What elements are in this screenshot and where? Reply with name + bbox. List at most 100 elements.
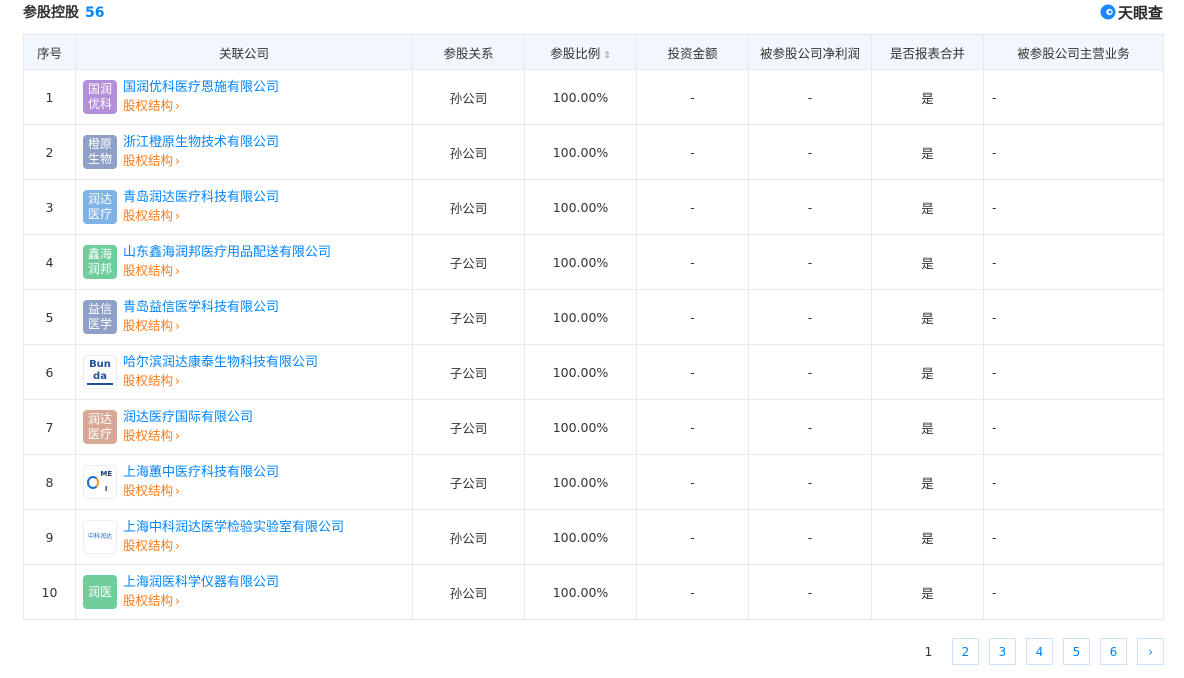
logo-text: 润达医疗 xyxy=(87,192,112,221)
cell-amount: - xyxy=(636,179,749,235)
page-button[interactable]: 2 xyxy=(952,638,979,665)
logo-text: 润医 xyxy=(87,584,112,599)
company-logo[interactable]: Bunda xyxy=(83,355,117,389)
cell-no: 10 xyxy=(23,564,76,620)
table-row: 2 橙原生物 浙江橙原生物技术有限公司 股权结构 › 孙公司 100.00% - - 是 - xyxy=(23,124,1164,180)
cell-merged: 是 xyxy=(871,124,984,180)
next-page-icon[interactable]: › xyxy=(1137,638,1164,665)
cell-company: 益信医学 青岛益信医学科技有限公司 股权结构 › xyxy=(75,289,413,345)
company-logo[interactable]: 中科润达 xyxy=(83,520,117,554)
chevron-right-icon: › xyxy=(175,153,181,168)
equity-structure-link[interactable]: 股权结构 › xyxy=(123,482,279,500)
cell-relation: 子公司 xyxy=(412,399,525,455)
cell-amount: - xyxy=(636,234,749,290)
company-logo[interactable]: 鑫海润邦 xyxy=(83,245,117,279)
cell-company: 国润优科 国润优科医疗恩施有限公司 股权结构 › xyxy=(75,69,413,125)
cell-relation: 孙公司 xyxy=(412,179,525,235)
company-logo[interactable]: 润达医疗 xyxy=(83,410,117,444)
equity-structure-link[interactable]: 股权结构 › xyxy=(123,207,279,225)
cell-business: - xyxy=(983,124,1164,180)
cell-no: 8 xyxy=(23,454,76,510)
table-row: 7 润达医疗 润达医疗国际有限公司 股权结构 › 子公司 100.00% - - 是 - xyxy=(23,399,1164,455)
logo-text: Bunda xyxy=(87,359,113,385)
cell-amount: - xyxy=(636,344,749,400)
cell-merged: 是 xyxy=(871,234,984,290)
table-row: 9 中科润达 上海中科润达医学检验实验室有限公司 股权结构 › 孙公司 100.00% - - 是… xyxy=(23,509,1164,565)
cell-relation: 子公司 xyxy=(412,454,525,510)
equity-structure-label: 股权结构 xyxy=(123,483,174,498)
table-row: 4 鑫海润邦 山东鑫海润邦医疗用品配送有限公司 股权结构 › 子公司 100.00% - - 是 - xyxy=(23,234,1164,290)
equity-structure-link[interactable]: 股权结构 › xyxy=(123,372,318,390)
logo-text: MEI xyxy=(100,470,113,493)
col-header-ratio[interactable]: 参股比例 ⇕ xyxy=(524,34,637,70)
equity-structure-label: 股权结构 xyxy=(123,318,174,333)
chevron-right-icon: › xyxy=(175,483,181,498)
company-name-link[interactable]: 国润优科医疗恩施有限公司 xyxy=(123,79,279,97)
cell-ratio: 100.00% xyxy=(524,509,637,565)
page-button[interactable]: 4 xyxy=(1026,638,1053,665)
logo-text: 鑫海润邦 xyxy=(87,247,112,276)
company-logo[interactable]: 润达医疗 xyxy=(83,190,117,224)
chevron-right-icon: › xyxy=(175,98,181,113)
table-header-row: 序号 关联公司 参股关系 参股比例 ⇕ 投资金额 被参股公司净利润 是否报表合并 … xyxy=(23,34,1164,70)
equity-structure-label: 股权结构 xyxy=(123,153,174,168)
cell-amount: - xyxy=(636,564,749,620)
cell-company: 润达医疗 青岛润达医疗科技有限公司 股权结构 › xyxy=(75,179,413,235)
company-logo[interactable]: 橙原生物 xyxy=(83,135,117,169)
cell-business: - xyxy=(983,344,1164,400)
cell-business: - xyxy=(983,399,1164,455)
company-name-link[interactable]: 青岛益信医学科技有限公司 xyxy=(123,299,279,317)
company-name-link[interactable]: 上海润医科学仪器有限公司 xyxy=(123,574,279,592)
col-header-business: 被参股公司主营业务 xyxy=(983,34,1164,70)
company-name-link[interactable]: 山东鑫海润邦医疗用品配送有限公司 xyxy=(123,244,331,262)
equity-structure-link[interactable]: 股权结构 › xyxy=(123,97,279,115)
equity-structure-link[interactable]: 股权结构 › xyxy=(123,592,279,610)
cell-amount: - xyxy=(636,124,749,180)
chevron-right-icon: › xyxy=(175,208,181,223)
cell-merged: 是 xyxy=(871,399,984,455)
page-button[interactable]: 5 xyxy=(1063,638,1090,665)
company-name-link[interactable]: 青岛润达医疗科技有限公司 xyxy=(123,189,279,207)
logo-text: 润达医疗 xyxy=(87,412,112,441)
chevron-right-icon: › xyxy=(175,373,181,388)
cell-profit: - xyxy=(748,399,872,455)
equity-structure-link[interactable]: 股权结构 › xyxy=(123,262,331,280)
company-logo[interactable]: 润医 xyxy=(83,575,117,609)
cell-no: 7 xyxy=(23,399,76,455)
company-logo[interactable]: MEI xyxy=(83,465,117,499)
equity-structure-link[interactable]: 股权结构 › xyxy=(123,427,253,445)
equity-structure-label: 股权结构 xyxy=(123,263,174,278)
cell-profit: - xyxy=(748,124,872,180)
cell-company: 中科润达 上海中科润达医学检验实验室有限公司 股权结构 › xyxy=(75,509,413,565)
cell-no: 6 xyxy=(23,344,76,400)
cell-ratio: 100.00% xyxy=(524,564,637,620)
table-row: 3 润达医疗 青岛润达医疗科技有限公司 股权结构 › 孙公司 100.00% - - 是 - xyxy=(23,179,1164,235)
company-name-link[interactable]: 上海蕙中医疗科技有限公司 xyxy=(123,464,279,482)
equity-structure-link[interactable]: 股权结构 › xyxy=(123,152,279,170)
company-name-link[interactable]: 哈尔滨润达康泰生物科技有限公司 xyxy=(123,354,318,372)
cell-relation: 孙公司 xyxy=(412,124,525,180)
company-name-link[interactable]: 浙江橙原生物技术有限公司 xyxy=(123,134,279,152)
cell-amount: - xyxy=(636,509,749,565)
company-logo[interactable]: 益信医学 xyxy=(83,300,117,334)
sort-icon[interactable]: ⇕ xyxy=(603,51,611,61)
cell-merged: 是 xyxy=(871,344,984,400)
section-count: 56 xyxy=(85,5,105,21)
page-button[interactable]: 3 xyxy=(989,638,1016,665)
company-name-link[interactable]: 上海中科润达医学检验实验室有限公司 xyxy=(123,519,344,537)
cell-merged: 是 xyxy=(871,454,984,510)
equity-structure-link[interactable]: 股权结构 › xyxy=(123,537,344,555)
section-title: 参股控股 56 xyxy=(23,2,104,22)
page-button[interactable]: 6 xyxy=(1100,638,1127,665)
equity-structure-label: 股权结构 xyxy=(123,538,174,553)
cell-company: 鑫海润邦 山东鑫海润邦医疗用品配送有限公司 股权结构 › xyxy=(75,234,413,290)
company-logo[interactable]: 国润优科 xyxy=(83,80,117,114)
equity-structure-link[interactable]: 股权结构 › xyxy=(123,317,279,335)
equity-structure-label: 股权结构 xyxy=(123,208,174,223)
pagination: 1 2 3 4 5 6 › xyxy=(905,638,1164,665)
chevron-right-icon: › xyxy=(175,263,181,278)
company-name-link[interactable]: 润达医疗国际有限公司 xyxy=(123,409,253,427)
cell-profit: - xyxy=(748,69,872,125)
cell-relation: 孙公司 xyxy=(412,69,525,125)
cell-ratio: 100.00% xyxy=(524,454,637,510)
